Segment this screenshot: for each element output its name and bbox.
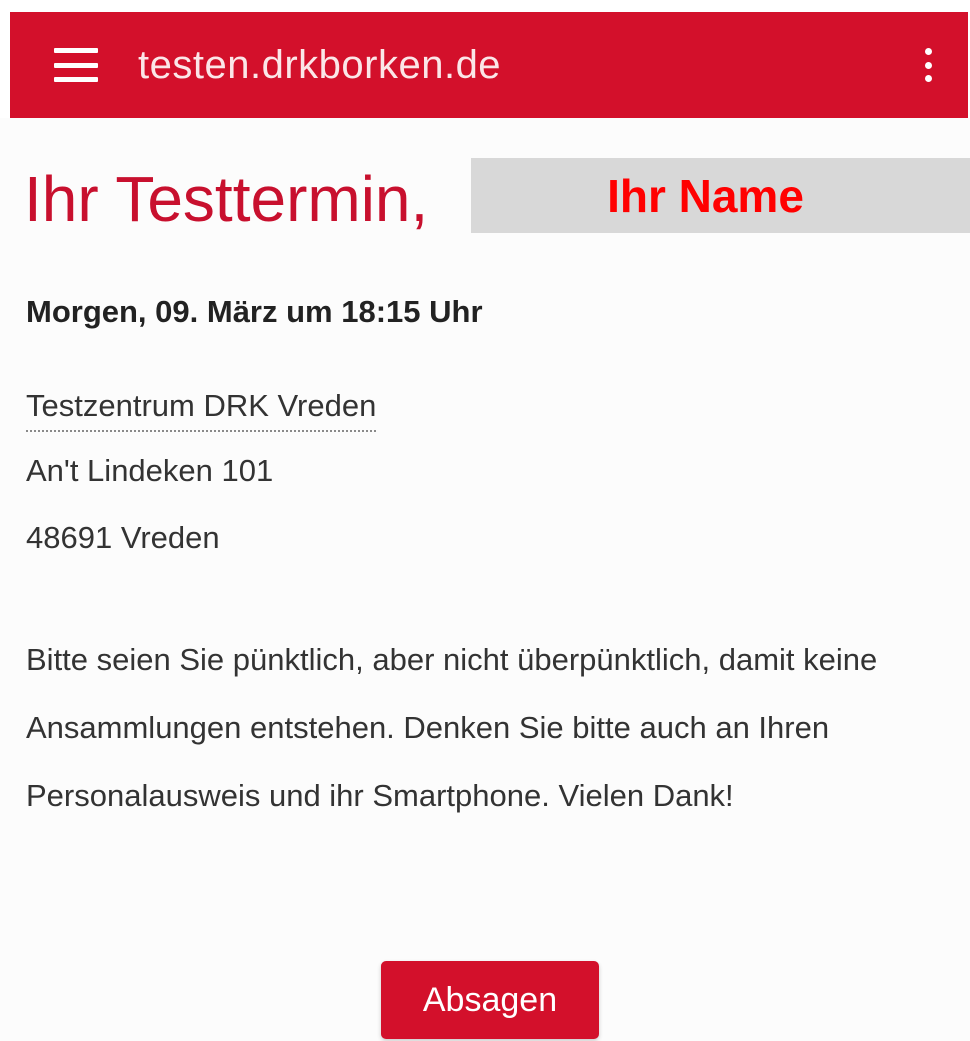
page-title: Ihr Testtermin, [24,163,429,235]
app-bar: testen.drkborken.de [10,12,968,118]
address-city: 48691 Vreden [26,520,220,555]
main-content: Ihr Testtermin, Ihr Name Morgen, 09. Mär… [0,118,970,1041]
name-placeholder-box: Ihr Name [471,158,970,233]
more-vertical-icon[interactable] [918,45,938,85]
site-title: testen.drkborken.de [138,42,502,87]
cancel-button[interactable]: Absagen [381,961,599,1039]
address-street: An't Lindeken 101 [26,453,274,488]
notice-text: Bitte seien Sie pünktlich, aber nicht üb… [26,642,878,813]
appointment-date: Morgen, 09. März um 18:15 Uhr [26,294,483,329]
location-link[interactable]: Testzentrum DRK Vreden [26,388,377,432]
hamburger-menu-icon[interactable] [54,45,102,85]
